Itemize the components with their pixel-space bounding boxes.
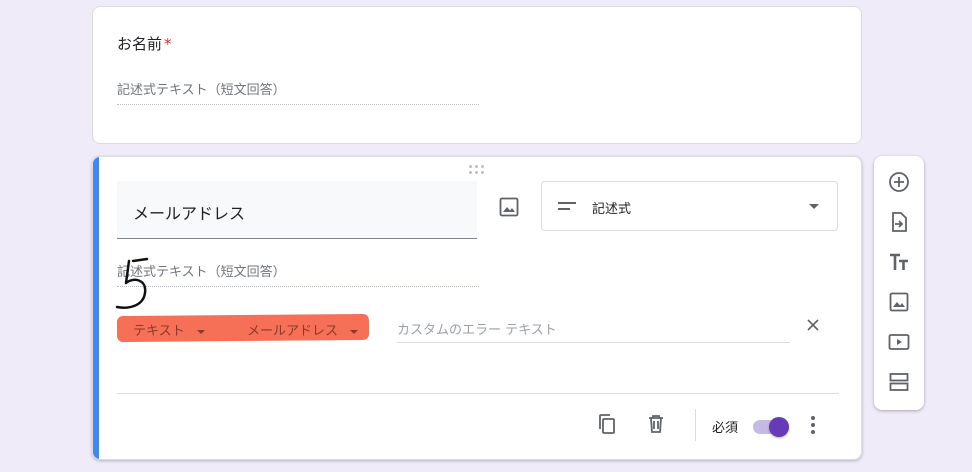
short-answer-placeholder: 記述式テキスト（短文回答） xyxy=(117,261,479,287)
drag-handle-icon[interactable] xyxy=(469,165,487,175)
chevron-down-icon xyxy=(196,329,205,334)
response-validation-row: テキスト メールアドレス カスタムのエラー テキスト xyxy=(116,313,847,345)
required-label: 必須 xyxy=(712,421,739,436)
question-card-email[interactable]: メールアドレス 記述式 記述式テキスト（短文回答） テキスト メールアドレス カ… xyxy=(92,156,862,460)
add-image-icon[interactable] xyxy=(887,290,911,314)
custom-error-input[interactable]: カスタムのエラー テキスト xyxy=(397,319,790,343)
close-icon[interactable] xyxy=(805,317,821,333)
add-title-icon[interactable] xyxy=(887,250,911,274)
import-questions-icon[interactable] xyxy=(887,210,911,234)
validation-condition-label: メールアドレス xyxy=(247,324,339,339)
question-type-dropdown[interactable]: 記述式 xyxy=(541,181,838,231)
short-answer-placeholder: 記述式テキスト（短文回答） xyxy=(117,79,479,105)
required-toggle[interactable] xyxy=(753,416,791,437)
short-text-icon xyxy=(558,202,576,210)
question-type-label: 記述式 xyxy=(592,202,632,217)
more-vert-icon[interactable] xyxy=(801,413,825,437)
validation-condition-dropdown[interactable]: メールアドレス xyxy=(247,320,359,339)
handwritten-annotation xyxy=(115,257,149,309)
toggle-thumb xyxy=(769,417,789,437)
duplicate-icon[interactable] xyxy=(595,412,619,436)
validation-category-dropdown[interactable]: テキスト xyxy=(133,320,205,339)
active-card-accent xyxy=(93,157,99,459)
add-section-icon[interactable] xyxy=(887,370,911,394)
add-question-icon[interactable] xyxy=(887,170,911,194)
question-title-input[interactable]: メールアドレス xyxy=(117,181,477,239)
add-image-icon[interactable] xyxy=(497,195,521,219)
validation-category-label: テキスト xyxy=(133,324,185,339)
footer-divider xyxy=(117,393,839,394)
footer-vertical-divider xyxy=(695,409,696,441)
required-asterisk: * xyxy=(164,35,172,53)
delete-icon[interactable] xyxy=(644,412,668,436)
floating-toolbar xyxy=(874,156,924,410)
chevron-down-icon xyxy=(350,329,359,334)
add-video-icon[interactable] xyxy=(887,330,911,354)
question-card-name[interactable]: お名前 * 記述式テキスト（短文回答） xyxy=(92,6,862,144)
question-title: お名前 * xyxy=(117,33,172,54)
chevron-down-icon xyxy=(809,204,819,209)
question-title-text: お名前 xyxy=(117,35,163,53)
